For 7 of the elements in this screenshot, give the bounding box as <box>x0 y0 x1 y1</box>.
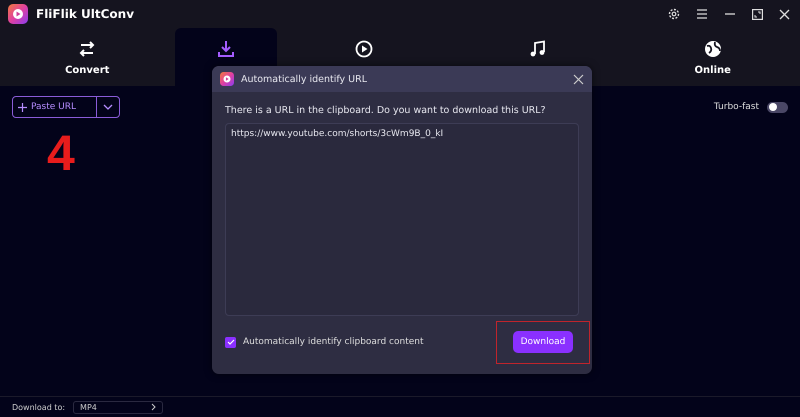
dialog-title: Automatically identify URL <box>241 74 368 84</box>
turbo-fast-label: Turbo-fast <box>714 102 759 112</box>
auto-identify-label: Automatically identify clipboard content <box>243 337 424 347</box>
download-to-label: Download to: <box>12 402 66 412</box>
dialog-message: There is a URL in the clipboard. Do you want to download this URL? <box>225 105 547 116</box>
window-title: FliFlik UltConv <box>36 7 134 21</box>
step-number: 4 <box>47 128 75 178</box>
